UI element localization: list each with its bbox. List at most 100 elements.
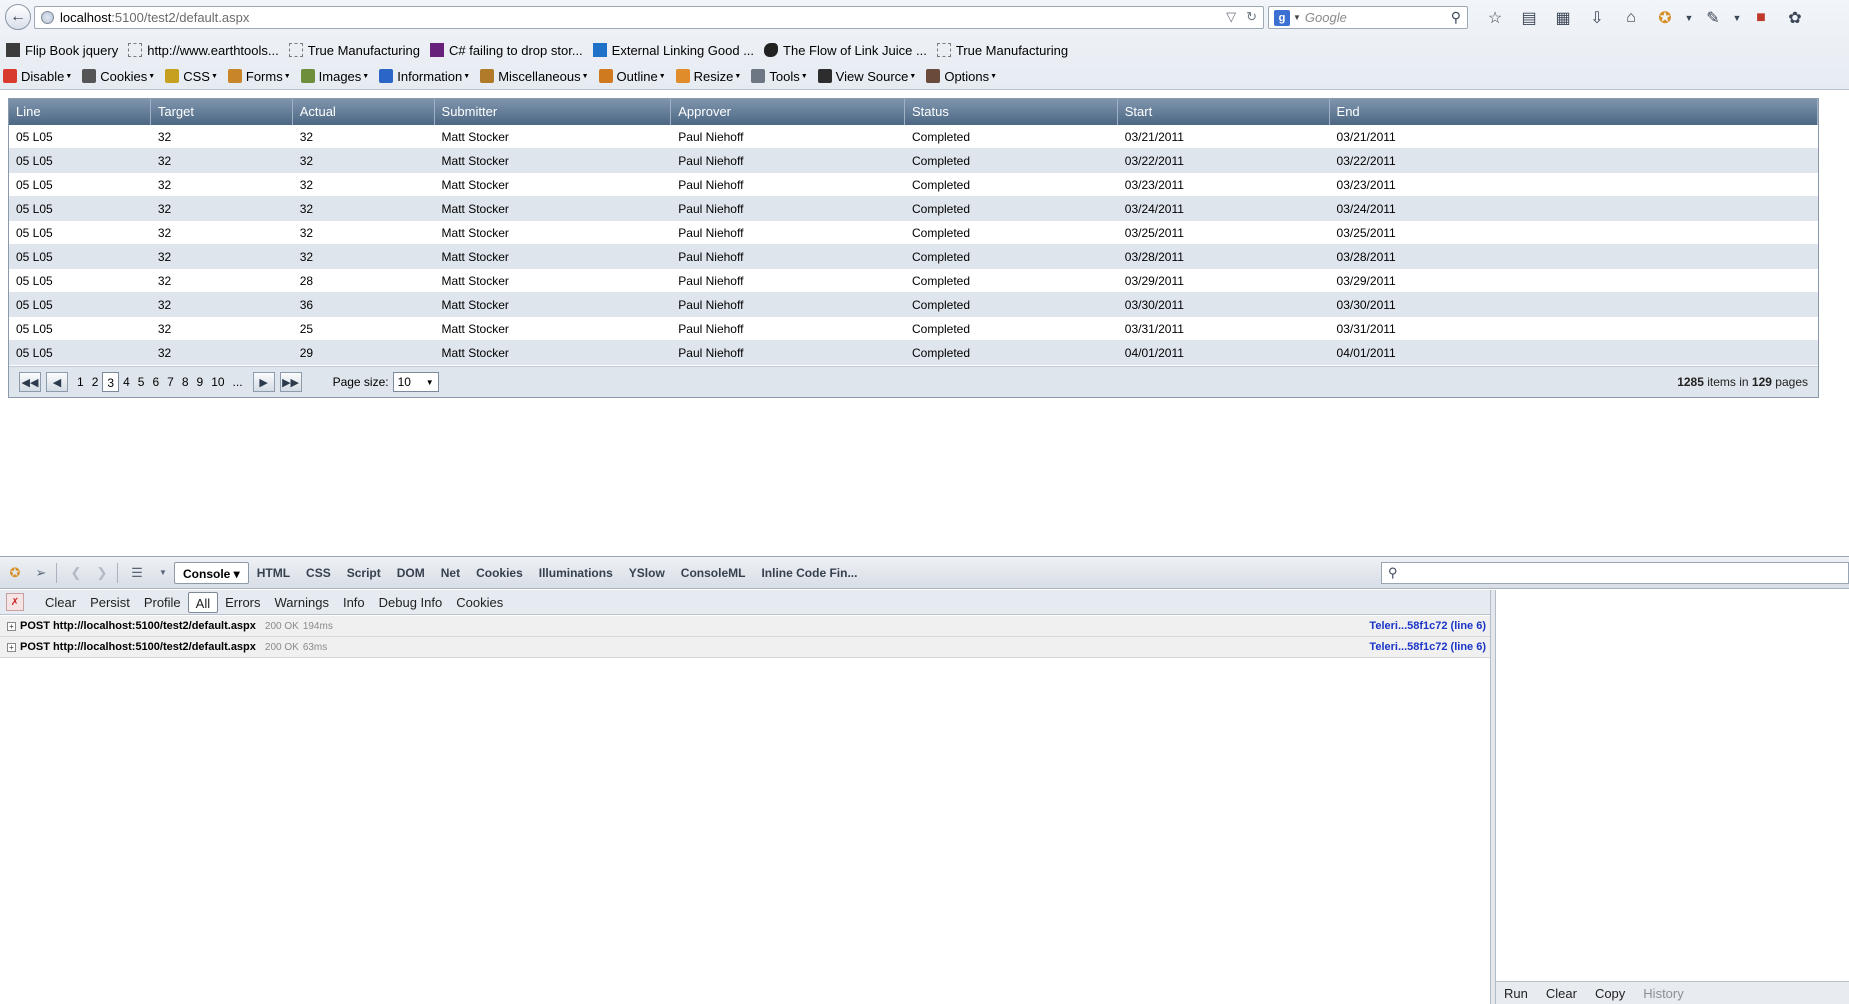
page-number-link[interactable]: 7 [163, 372, 178, 392]
log-source-link[interactable]: Teleri...58f1c72 (line 6) [1369, 641, 1486, 653]
extension-icon[interactable]: ✿ [1778, 6, 1812, 30]
bookmark-item[interactable]: The Flow of Link Juice ... [764, 43, 927, 58]
column-header-approver[interactable]: Approver [671, 99, 905, 125]
table-row[interactable]: 05 L05 32 32 Matt Stocker Paul Niehoff Comple… [9, 125, 1818, 149]
column-header-status[interactable]: Status [905, 99, 1118, 125]
filter-clear[interactable]: Clear [38, 592, 83, 613]
eyedropper-icon[interactable]: ✎ [1696, 6, 1730, 30]
reload-icon[interactable]: ↻ [1246, 9, 1257, 25]
column-header-start[interactable]: Start [1118, 99, 1330, 125]
site-identity-icon[interactable] [41, 11, 54, 24]
page-number-link[interactable]: 9 [193, 372, 208, 392]
bookmarks-menu-icon[interactable]: ▤ [1512, 6, 1546, 30]
addon-grid-icon[interactable]: ▦ [1546, 6, 1580, 30]
filter-info[interactable]: Info [336, 592, 372, 613]
page-number-link[interactable]: 8 [178, 372, 193, 392]
clear-console-icon[interactable]: ✗ [6, 593, 24, 611]
log-entry[interactable]: + POST http://localhost:5100/test2/default… [0, 616, 1490, 637]
search-engine-caret-icon[interactable]: ▼ [1293, 13, 1301, 22]
url-dropdown-icon[interactable]: ▽ [1226, 9, 1236, 25]
current-page-number[interactable]: 3 [102, 372, 120, 392]
table-row[interactable]: 05 L05 32 28 Matt Stocker Paul Niehoff Comple… [9, 269, 1818, 293]
previous-page-button[interactable]: ◀ [46, 372, 68, 392]
inspect-icon[interactable]: ➢ [30, 562, 52, 584]
tab-dom[interactable]: DOM [389, 562, 433, 584]
table-row[interactable]: 05 L05 32 32 Matt Stocker Paul Niehoff Comple… [9, 173, 1818, 197]
webdev-menu-cookies[interactable]: Cookies ▼ [82, 69, 155, 84]
tab-inline-code-fin[interactable]: Inline Code Fin... [753, 562, 865, 584]
bookmark-star-icon[interactable]: ☆ [1478, 6, 1512, 30]
webdev-menu-view-source[interactable]: View Source ▼ [817, 69, 916, 84]
log-entry[interactable]: + POST http://localhost:5100/test2/default… [0, 637, 1490, 658]
page-number-link[interactable]: 10 [207, 372, 228, 392]
back-arrow-small-icon[interactable]: ❮ [65, 562, 87, 584]
webdev-menu-options[interactable]: Options ▼ [926, 69, 997, 84]
tab-yslow[interactable]: YSlow [621, 562, 673, 584]
bookmark-item[interactable]: External Linking Good ... [592, 43, 754, 58]
filter-cookies[interactable]: Cookies [449, 592, 510, 613]
table-row[interactable]: 05 L05 32 25 Matt Stocker Paul Niehoff Comple… [9, 317, 1818, 341]
column-header-target[interactable]: Target [151, 99, 293, 125]
page-number-link[interactable]: 5 [134, 372, 149, 392]
next-page-button[interactable]: ▶ [252, 372, 275, 392]
search-engine-icon[interactable]: g [1274, 9, 1290, 26]
webdev-menu-css[interactable]: CSS ▼ [165, 69, 218, 84]
run-button[interactable]: Run [1504, 986, 1528, 1001]
filter-profile[interactable]: Profile [137, 592, 188, 613]
downloads-icon[interactable]: ⇩ [1580, 6, 1614, 30]
expand-icon[interactable]: + [7, 642, 16, 652]
forward-arrow-small-icon[interactable]: ❯ [91, 562, 113, 584]
page-number-link[interactable]: 4 [119, 372, 134, 392]
tab-consoleml[interactable]: ConsoleML [673, 562, 754, 584]
panel-menu-icon[interactable]: ☰ [126, 562, 148, 584]
page-number-link[interactable]: 6 [148, 372, 163, 392]
menu-caret-icon[interactable]: ▼ [1682, 6, 1696, 30]
bookmark-item[interactable]: True Manufacturing [288, 43, 420, 58]
tab-css[interactable]: CSS [298, 562, 339, 584]
webdev-menu-miscellaneous[interactable]: Miscellaneous ▼ [480, 69, 589, 84]
copy-button[interactable]: Copy [1595, 986, 1625, 1001]
table-row[interactable]: 05 L05 32 32 Matt Stocker Paul Niehoff Comple… [9, 245, 1818, 269]
office-addon-icon[interactable]: ■ [1744, 6, 1778, 30]
page-number-link[interactable]: 1 [73, 372, 88, 392]
webdev-menu-tools[interactable]: Tools ▼ [751, 69, 808, 84]
table-row[interactable]: 05 L05 32 29 Matt Stocker Paul Niehoff Comple… [9, 341, 1818, 365]
column-header-submitter[interactable]: Submitter [435, 99, 672, 125]
webdev-menu-disable[interactable]: Disable ▼ [3, 69, 72, 84]
bookmark-item[interactable]: Flip Book jquery [6, 43, 118, 58]
filter-all[interactable]: All [187, 591, 219, 613]
expand-icon[interactable]: + [7, 621, 16, 631]
last-page-button[interactable]: ▶▶ [279, 372, 302, 392]
firebug-icon[interactable]: ✪ [1648, 6, 1682, 30]
tab-cookies[interactable]: Cookies [468, 562, 531, 584]
menu-caret-icon-2[interactable]: ▼ [1730, 6, 1744, 30]
bookmark-item[interactable]: C# failing to drop stor... [429, 43, 583, 58]
clear-button[interactable]: Clear [1546, 986, 1577, 1001]
history-button[interactable]: History [1643, 986, 1683, 1001]
firebug-logo-icon[interactable]: ✪ [4, 562, 26, 584]
back-button[interactable]: ← [5, 4, 31, 30]
log-source-link[interactable]: Teleri...58f1c72 (line 6) [1369, 620, 1486, 632]
filter-persist[interactable]: Persist [83, 592, 137, 613]
webdev-menu-outline[interactable]: Outline ▼ [598, 69, 666, 84]
table-row[interactable]: 05 L05 32 32 Matt Stocker Paul Niehoff Comple… [9, 149, 1818, 173]
webdev-menu-images[interactable]: Images ▼ [300, 69, 369, 84]
filter-errors[interactable]: Errors [218, 592, 267, 613]
bookmark-item[interactable]: True Manufacturing [936, 43, 1068, 58]
page-number-link[interactable]: ... [229, 372, 247, 392]
search-bar[interactable]: g ▼ Google ⚲ [1268, 6, 1468, 29]
search-icon[interactable]: ⚲ [1451, 9, 1461, 26]
table-row[interactable]: 05 L05 32 32 Matt Stocker Paul Niehoff Comple… [9, 197, 1818, 221]
tab-console[interactable]: Console ▾ [174, 561, 249, 584]
webdev-menu-information[interactable]: Information ▼ [379, 69, 470, 84]
column-header-end[interactable]: End [1330, 99, 1818, 125]
webdev-menu-forms[interactable]: Forms ▼ [227, 69, 291, 84]
bookmark-item[interactable]: http://www.earthtools... [128, 43, 279, 58]
home-icon[interactable]: ⌂ [1614, 6, 1648, 30]
panel-caret-icon[interactable]: ▼ [152, 562, 174, 584]
command-editor[interactable]: Run Clear Copy History [1496, 590, 1849, 1004]
column-header-line[interactable]: Line [9, 99, 151, 125]
webdev-menu-resize[interactable]: Resize ▼ [675, 69, 741, 84]
page-size-select[interactable]: 10 ▼ [392, 372, 439, 392]
tab-script[interactable]: Script [339, 562, 389, 584]
